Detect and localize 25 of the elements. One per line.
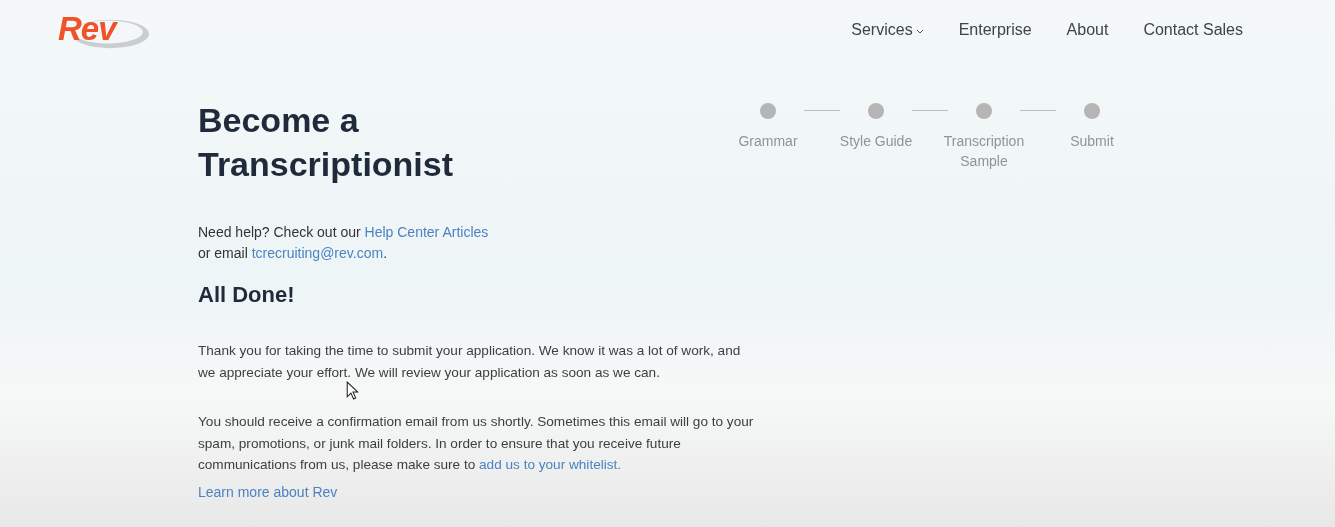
mouse-cursor-icon (346, 381, 359, 400)
text-link[interactable]: add us to your whitelist. (479, 457, 622, 472)
nav-link[interactable]: Enterprise (958, 21, 1032, 39)
step-label: Style Guide (838, 132, 914, 151)
nav-link[interactable]: Services (851, 21, 924, 39)
step-label: Submit (1069, 132, 1115, 151)
step-dot (760, 103, 776, 119)
step-connector (912, 110, 948, 111)
step-label: Transcription Sample (942, 132, 1026, 171)
nav-link[interactable]: Contact Sales (1143, 21, 1243, 39)
step-dot (1084, 103, 1100, 119)
body-paragraph: Thank you for taking the time to submit your application. We know it was a lot of work, and we appreciate your effort. We will review your application as soon as we can. (198, 342, 742, 382)
help-text: or email tcrecruiting@rev.com. (198, 244, 388, 263)
help-text: Need help? Check out our Help Center Articles (198, 223, 490, 242)
section-heading: All Done! (198, 281, 296, 309)
nav-link[interactable]: About (1066, 21, 1109, 39)
body-paragraph: You should receive a confirmation email from us shortly. Sometimes this email will go to your spam, promotions, or junk mail folders. In order to ensure that you receive future communications from us, please make sure to add us to your whitelist. (198, 413, 755, 474)
learn-more-link[interactable]: Learn more about Rev (198, 483, 338, 500)
step-label: Grammar (737, 132, 799, 151)
page-title: Become a Transcriptionist (198, 100, 455, 185)
text-link[interactable]: Help Center Articles (364, 224, 489, 240)
step-dot (868, 103, 884, 119)
step-connector (804, 110, 840, 111)
step-dot (976, 103, 992, 119)
step-connector (1020, 110, 1056, 111)
